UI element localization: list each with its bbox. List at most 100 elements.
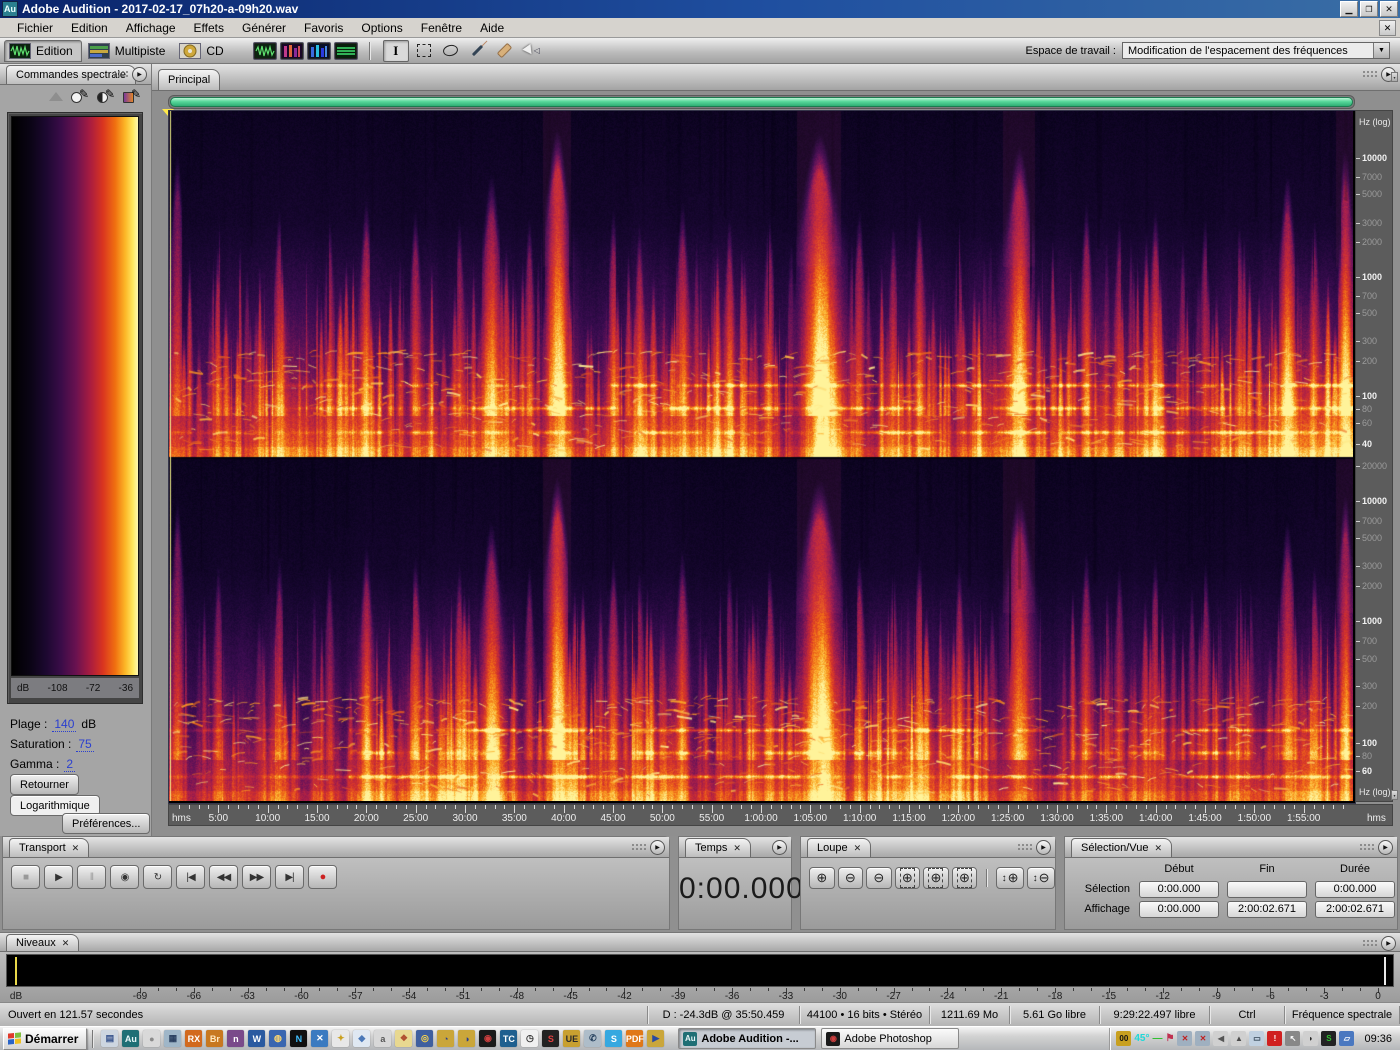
menu-affichage[interactable]: Affichage [117, 19, 185, 37]
minimize-icon[interactable] [1340, 1, 1358, 17]
tab-transport[interactable]: Transport [9, 838, 89, 857]
marquee-selection-tool[interactable] [412, 41, 436, 61]
quicklaunch-tc-icon[interactable]: TC [500, 1030, 517, 1047]
quicklaunch-sphere-icon[interactable]: ● [143, 1030, 160, 1047]
play-button[interactable]: ▶ [44, 865, 73, 889]
close-panel-icon[interactable] [733, 843, 741, 854]
value-field[interactable]: 2:00:02.671 [1315, 901, 1395, 918]
gamma-value[interactable]: 2 [64, 757, 75, 772]
tab-temps[interactable]: Temps [685, 838, 751, 857]
value-field[interactable]: 0:00.000 [1139, 881, 1219, 898]
task-audition[interactable]: AuAdobe Audition -... [678, 1028, 816, 1049]
tab-niveaux[interactable]: Niveaux [6, 934, 79, 951]
tray-network-error2-icon[interactable]: ✕ [1195, 1031, 1210, 1046]
panel-menu-icon[interactable] [132, 67, 147, 82]
quicklaunch-keyboard-icon[interactable]: ▤ [101, 1030, 118, 1047]
quicklaunch-audition-icon[interactable]: Au [122, 1030, 139, 1047]
quicklaunch-s-wave-icon[interactable]: S [605, 1030, 622, 1047]
play-from-cursor-button[interactable]: ◉ [110, 865, 139, 889]
effects-paintbrush-tool[interactable] [466, 41, 490, 61]
zoom-out-vertical-button[interactable]: ↕⊖ [1027, 867, 1055, 889]
value-field[interactable]: 2:00:02.671 [1227, 901, 1307, 918]
spectral-phase-view-button[interactable] [334, 42, 358, 60]
quicklaunch-clock-icon[interactable]: ◷ [521, 1030, 538, 1047]
start-button[interactable]: Démarrer [3, 1028, 87, 1050]
saturation-value[interactable]: 75 [76, 737, 93, 752]
frequency-ruler[interactable]: 1000070005000300020001000700500300200100… [1355, 110, 1393, 802]
cd-mode-button[interactable]: CD [175, 40, 231, 62]
tray-volume-icon[interactable]: ◀ [1213, 1031, 1228, 1046]
panel-menu-icon[interactable] [650, 840, 665, 855]
quicklaunch-calculator-icon[interactable]: ▦ [164, 1030, 181, 1047]
menu-fichier[interactable]: Fichier [8, 19, 62, 37]
close-panel-icon[interactable] [72, 843, 80, 854]
time-ruler[interactable]: 5:0010:0015:0020:0025:0030:0035:0040:004… [168, 804, 1393, 826]
tray-power-icon[interactable]: ! [1267, 1031, 1282, 1046]
menu-edition[interactable]: Edition [62, 19, 117, 37]
close-panel-icon[interactable] [1154, 843, 1162, 854]
panel-grip[interactable] [113, 70, 129, 78]
time-selection-tool[interactable]: I [383, 40, 409, 62]
quicklaunch-sbp-icon[interactable]: S [542, 1030, 559, 1047]
quicklaunch-rx-icon[interactable]: RX [185, 1030, 202, 1047]
quicklaunch-star-icon[interactable]: ✦ [332, 1030, 349, 1047]
tray-display-icon[interactable]: ▭ [1249, 1031, 1264, 1046]
menu-effets[interactable]: Effets [185, 19, 233, 37]
spectrogram-view[interactable] [168, 110, 1356, 804]
zoom-in-horizontal-button[interactable]: ⊕ [809, 867, 835, 889]
quicklaunch-pdf-icon[interactable]: PDF [626, 1030, 643, 1047]
maximize-icon[interactable] [1360, 1, 1378, 17]
zoom-in-left-selection-button[interactable]: ⊕ [923, 867, 949, 889]
plage-value[interactable]: 140 [52, 717, 76, 732]
spot-healing-brush-tool[interactable] [493, 41, 517, 61]
record-button[interactable]: ● [308, 865, 337, 889]
workspace-dropdown[interactable]: Modification de l'espacement des fréquen… [1122, 42, 1390, 59]
tray-cursor-icon[interactable]: ↖ [1285, 1031, 1300, 1046]
tab-selection-vue[interactable]: Sélection/Vue [1071, 838, 1172, 857]
spectral-pan-view-button[interactable] [307, 42, 331, 60]
tray-sbp-icon[interactable]: S [1321, 1031, 1336, 1046]
fast-forward-button[interactable]: ▶▶ [242, 865, 271, 889]
close-icon[interactable] [1380, 1, 1398, 17]
waveform-view-button[interactable] [253, 42, 277, 60]
quicklaunch-word-icon[interactable]: W [248, 1030, 265, 1047]
play-looped-button[interactable]: ↻ [143, 865, 172, 889]
quicklaunch-globe-icon[interactable]: ◎ [416, 1030, 433, 1047]
multipiste-mode-button[interactable]: Multipiste [84, 40, 174, 62]
zoom-out-horizontal-button[interactable]: ⊖ [838, 867, 864, 889]
tray-network-error-icon[interactable]: ✕ [1177, 1031, 1192, 1046]
zoom-to-selection-button[interactable]: ⊕ [895, 867, 921, 889]
value-field[interactable] [1227, 881, 1307, 898]
value-field[interactable]: 0:00.000 [1139, 901, 1219, 918]
close-panel-icon[interactable] [854, 843, 862, 854]
quicklaunch-mediaplayer-icon[interactable]: ▶ [647, 1030, 664, 1047]
menu-générer[interactable]: Générer [233, 19, 295, 37]
zoom-in-right-selection-button[interactable]: ⊕ [952, 867, 978, 889]
lasso-selection-tool[interactable] [439, 41, 463, 61]
quicklaunch-a-icon[interactable]: a [374, 1030, 391, 1047]
scrub-tool[interactable]: ◁ [520, 41, 544, 61]
tray-mouse-icon[interactable]: ◗ [1303, 1031, 1318, 1046]
retourner-button[interactable]: Retourner [10, 774, 79, 795]
spectral-gradient[interactable] [11, 116, 139, 676]
menu-favoris[interactable]: Favoris [295, 19, 352, 37]
edit-palette-icon[interactable]: ✎ [71, 90, 89, 103]
panel-grip[interactable] [1362, 70, 1378, 78]
quicklaunch-phone-icon[interactable]: ✆ [584, 1030, 601, 1047]
zoom-out-full-button[interactable]: ⊖ [866, 867, 892, 889]
tab-principal[interactable]: Principal [158, 69, 220, 90]
edit-contrast-icon[interactable]: ✎ [97, 90, 115, 103]
spectral-frequency-view-button[interactable] [280, 42, 304, 60]
level-meter[interactable] [6, 954, 1394, 987]
menu-options[interactable]: Options [352, 19, 411, 37]
quicklaunch-gold-sphere-icon[interactable]: ◔ [437, 1030, 454, 1047]
quicklaunch-gold-sphere2-icon[interactable]: ◑ [458, 1030, 475, 1047]
quicklaunch-ue-icon[interactable]: UE [563, 1030, 580, 1047]
quicklaunch-diamond-icon[interactable]: ◆ [353, 1030, 370, 1047]
tray-pause-icon[interactable]: 00 [1116, 1031, 1131, 1046]
menu-aide[interactable]: Aide [471, 19, 513, 37]
go-to-beginning-button[interactable]: |◀ [176, 865, 205, 889]
edit-gradient-icon[interactable]: ✎ [123, 90, 141, 103]
pause-button[interactable]: ‖ [77, 865, 106, 889]
scroll-up-icon[interactable]: ▾ [1391, 72, 1398, 82]
